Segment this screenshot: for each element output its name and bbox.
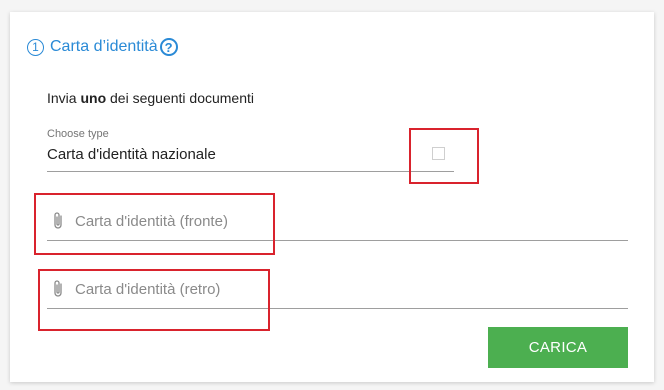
paperclip-icon [54,280,62,297]
section-title: Carta d’identità [50,38,158,55]
step-number-badge: 1 [27,38,44,56]
document-type-label: Choose type [47,128,109,140]
question-circle-icon[interactable]: ? [159,38,178,56]
document-type-value: Carta d'identità nazionale [47,146,216,163]
instruction-text: Invia uno dei seguenti documenti [47,90,254,106]
instruction-prefix: Invia [47,90,81,106]
instruction-suffix: dei seguenti documenti [106,90,254,106]
document-type-select[interactable]: Choose type Carta d'identità nazionale [47,127,454,172]
instruction-emphasis: uno [80,90,107,106]
upload-field-front-label: Carta d'identità (fronte) [75,213,228,230]
upload-field-back-label: Carta d'identità (retro) [75,281,221,298]
upload-field-front[interactable]: Carta d'identità (fronte) [47,204,628,241]
upload-button[interactable]: CARICA [488,327,628,368]
dropdown-toggle-box[interactable] [432,147,445,160]
upload-field-back[interactable]: Carta d'identità (retro) [47,272,628,309]
paperclip-icon [54,212,62,229]
document-upload-card: 1 Carta d’identità ? Invia uno dei segue… [10,12,654,382]
section-header: 1 Carta d’identità ? [27,38,178,56]
